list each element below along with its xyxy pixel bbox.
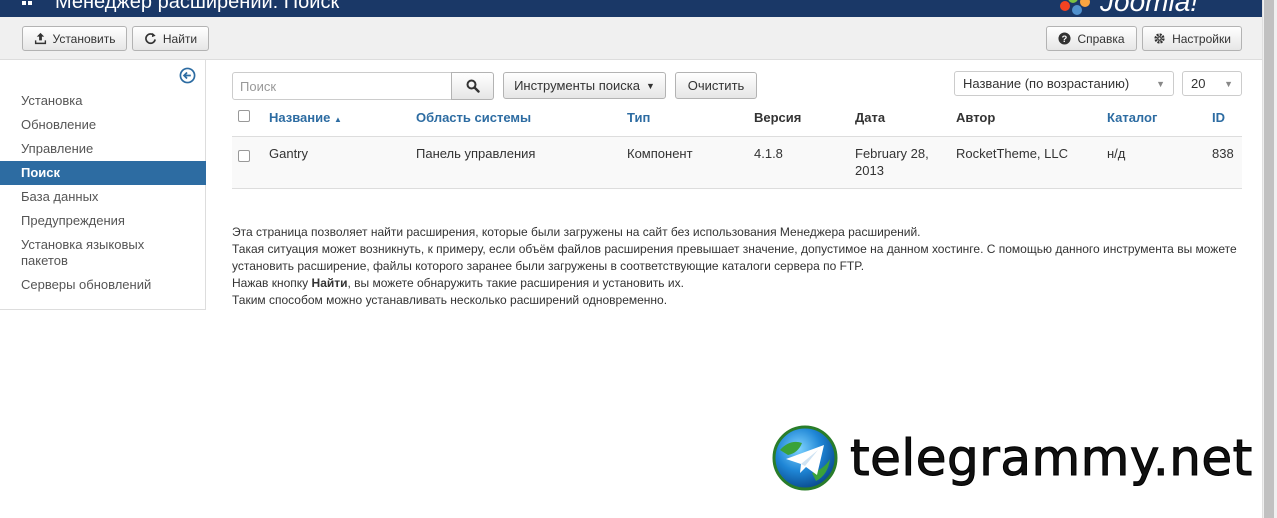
cell-date: February 28, 2013 <box>849 136 950 189</box>
help-button[interactable]: ? Справка <box>1046 26 1137 51</box>
column-header-type[interactable]: Тип <box>621 100 748 137</box>
info-line: Эта страница позволяет найти расширения,… <box>232 225 921 239</box>
header-bar: Менеджер расширений: Поиск Joomla! <box>0 0 1262 17</box>
column-header-author: Автор <box>950 100 1101 137</box>
watermark-text: telegrammy.net <box>850 429 1253 487</box>
info-text: Эта страница позволяет найти расширения,… <box>232 224 1242 309</box>
column-header-version: Версия <box>748 100 849 137</box>
search-button[interactable] <box>451 72 494 100</box>
column-header-location[interactable]: Область системы <box>410 100 621 137</box>
cell-location: Панель управления <box>410 136 621 189</box>
sidebar-item-update[interactable]: Обновление <box>0 113 206 137</box>
column-header-name[interactable]: Название ▲ <box>263 100 410 137</box>
row-checkbox[interactable] <box>238 149 250 162</box>
scrollbar-thumb[interactable] <box>1264 0 1274 518</box>
sort-select[interactable]: Название (по возрастанию) ▼ <box>954 71 1174 96</box>
sidebar-item-database[interactable]: База данных <box>0 185 206 209</box>
install-button[interactable]: Установить <box>22 26 127 51</box>
settings-button[interactable]: Настройки <box>1142 26 1242 51</box>
sidebar-item-warnings[interactable]: Предупреждения <box>0 209 206 233</box>
page-title: Менеджер расширений: Поиск <box>55 0 340 13</box>
sidebar-item-languages[interactable]: Установка языковых пакетов <box>0 233 206 273</box>
question-circle-icon: ? <box>1058 32 1071 45</box>
caret-down-icon: ▼ <box>645 80 655 91</box>
column-header-date: Дата <box>849 100 950 137</box>
column-header-id[interactable]: ID <box>1206 100 1242 137</box>
chevron-down-icon: ▼ <box>1224 78 1233 89</box>
cell-folder: н/д <box>1101 136 1206 189</box>
watermark: telegrammy.net <box>772 425 1253 491</box>
info-line: Такая ситуация может возникнуть, к приме… <box>232 242 1237 273</box>
sort-asc-icon: ▲ <box>334 115 342 125</box>
info-line: Таким способом можно устанавливать неско… <box>232 293 668 307</box>
svg-text:?: ? <box>1062 34 1068 44</box>
telegram-globe-icon <box>772 425 838 491</box>
sidebar-nav: Установка Обновление Управление Поиск Ба… <box>0 89 206 297</box>
column-header-folder[interactable]: Каталог <box>1101 100 1206 137</box>
sidebar-collapse-icon[interactable] <box>179 67 196 84</box>
sidebar-item-manage[interactable]: Управление <box>0 137 206 161</box>
clear-button[interactable]: Очистить <box>675 72 757 99</box>
table-header-row: Название ▲ Область системы Тип Версия Да… <box>232 100 1242 137</box>
search-input[interactable] <box>232 72 452 100</box>
upload-icon <box>34 32 46 45</box>
joomla-logo-icon <box>1060 0 1090 15</box>
sidebar-item-update-sites[interactable]: Серверы обновлений <box>0 273 206 297</box>
find-button[interactable]: Найти <box>132 26 209 51</box>
table-row: Gantry Панель управления Компонент 4.1.8… <box>232 136 1242 189</box>
toolbar: Установить Найти ? Справка Настройки <box>0 17 1262 60</box>
limit-select[interactable]: 20 ▼ <box>1182 71 1242 96</box>
gear-icon <box>1154 33 1165 44</box>
extensions-table: Название ▲ Область системы Тип Версия Да… <box>232 100 1242 189</box>
menu-grid-icon[interactable] <box>22 0 32 5</box>
refresh-icon <box>144 32 156 45</box>
info-line: Нажав кнопку Найти, вы можете обнаружить… <box>232 276 684 290</box>
cell-author: RocketTheme, LLC <box>950 136 1101 189</box>
search-icon <box>466 79 480 93</box>
cell-name: Gantry <box>263 136 410 189</box>
sidebar-item-discover[interactable]: Поиск <box>0 161 206 185</box>
select-all-checkbox[interactable] <box>238 110 250 123</box>
sidebar-item-install[interactable]: Установка <box>0 89 206 113</box>
sidebar: Установка Обновление Управление Поиск Ба… <box>0 60 206 310</box>
brand-logo-text: Joomla! <box>1100 0 1199 17</box>
cell-type: Компонент <box>621 136 748 189</box>
chevron-down-icon: ▼ <box>1156 78 1165 89</box>
scrollbar[interactable] <box>1262 0 1277 518</box>
search-tools-button[interactable]: Инструменты поиска ▼ <box>503 72 666 99</box>
cell-id: 838 <box>1206 136 1242 189</box>
cell-version: 4.1.8 <box>748 136 849 189</box>
